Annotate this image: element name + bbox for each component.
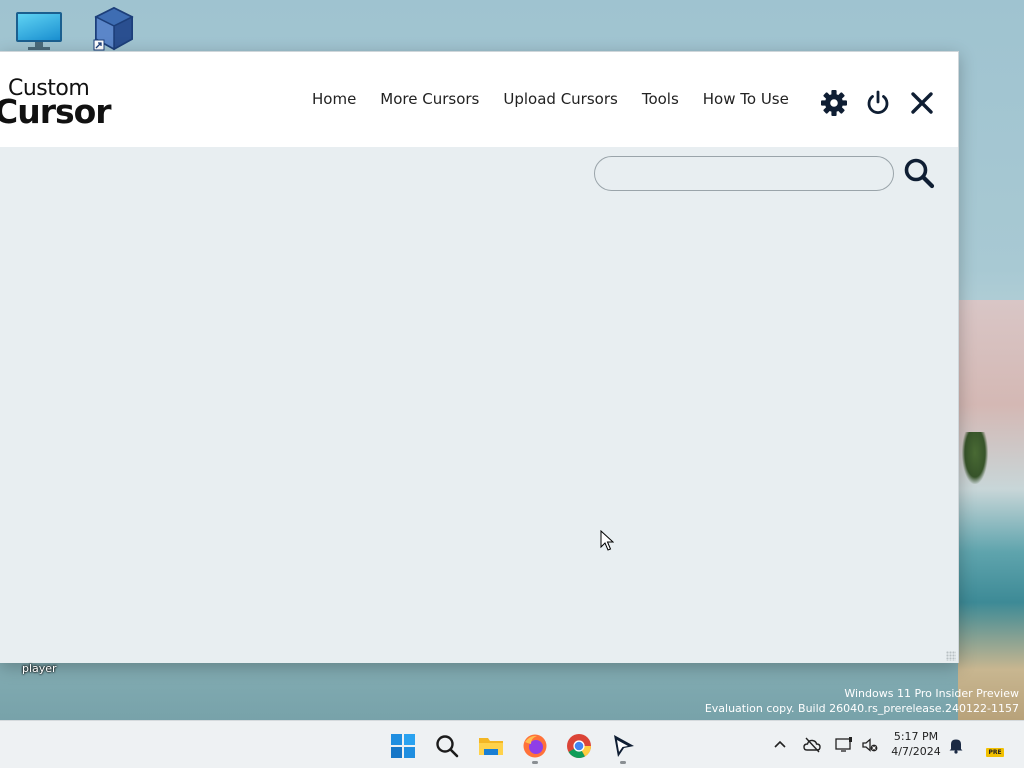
nav-upload-cursors[interactable]: Upload Cursors [503,90,617,108]
logo-text-bottom: Cursor [0,92,112,131]
settings-button[interactable] [819,88,849,118]
nav-more-cursors[interactable]: More Cursors [380,90,479,108]
file-explorer-icon[interactable] [478,733,504,759]
firefox-icon[interactable] [522,733,548,759]
mouse-pointer-icon [600,530,614,551]
close-icon [911,92,933,114]
power-button[interactable] [863,88,893,118]
main-nav: Home More Cursors Upload Cursors Tools H… [300,90,801,108]
onedrive-icon[interactable] [803,736,821,754]
custom-cursor-window: Custom Cursor Home More Cursors Upload C… [0,51,959,663]
firefox-running-indicator [532,761,538,764]
nav-how-to-use[interactable]: How To Use [703,90,789,108]
search-icon [904,158,935,189]
insider-pre-badge: PRE [986,748,1004,757]
watermark-line-1: Windows 11 Pro Insider Preview [844,687,1019,700]
monitor-base [28,47,50,50]
taskbar: 5:17 PM 4/7/2024 [0,720,1024,768]
desktop-icon-label: player [22,662,57,675]
search-icon[interactable] [434,733,460,759]
custom-cursor-running-indicator [620,761,626,764]
virtualbox-icon[interactable] [92,6,136,52]
this-pc-icon[interactable] [16,10,62,50]
app-logo[interactable]: Custom Cursor [0,76,120,131]
volume-icon[interactable] [861,736,879,754]
windows-watermark: Windows 11 Pro Insider Preview Evaluatio… [705,686,1019,716]
nav-tools[interactable]: Tools [642,90,679,108]
bell-icon[interactable] [947,736,965,754]
app-header: Custom Cursor Home More Cursors Upload C… [0,52,958,147]
search-input[interactable] [594,156,894,191]
custom-cursor-icon[interactable] [610,733,636,759]
wallpaper-tree [962,432,988,484]
monitor-screen [16,12,62,42]
nav-home[interactable]: Home [312,90,356,108]
chrome-icon[interactable] [566,733,592,759]
watermark-line-2: Evaluation copy. Build 26040.rs_prerelea… [704,702,1019,715]
power-icon [867,90,889,115]
resize-grip[interactable] [946,651,956,661]
close-button[interactable] [907,88,937,118]
search-button[interactable] [902,156,936,190]
chevron-up-icon[interactable] [771,736,789,754]
taskbar-clock[interactable]: 5:17 PM 4/7/2024 [888,729,944,759]
network-icon[interactable] [835,736,853,754]
clock-date: 4/7/2024 [891,745,941,758]
wallpaper-scenery [958,300,1024,720]
gear-icon [821,90,847,116]
start-icon[interactable] [390,733,416,759]
clock-time: 5:17 PM [893,730,939,743]
